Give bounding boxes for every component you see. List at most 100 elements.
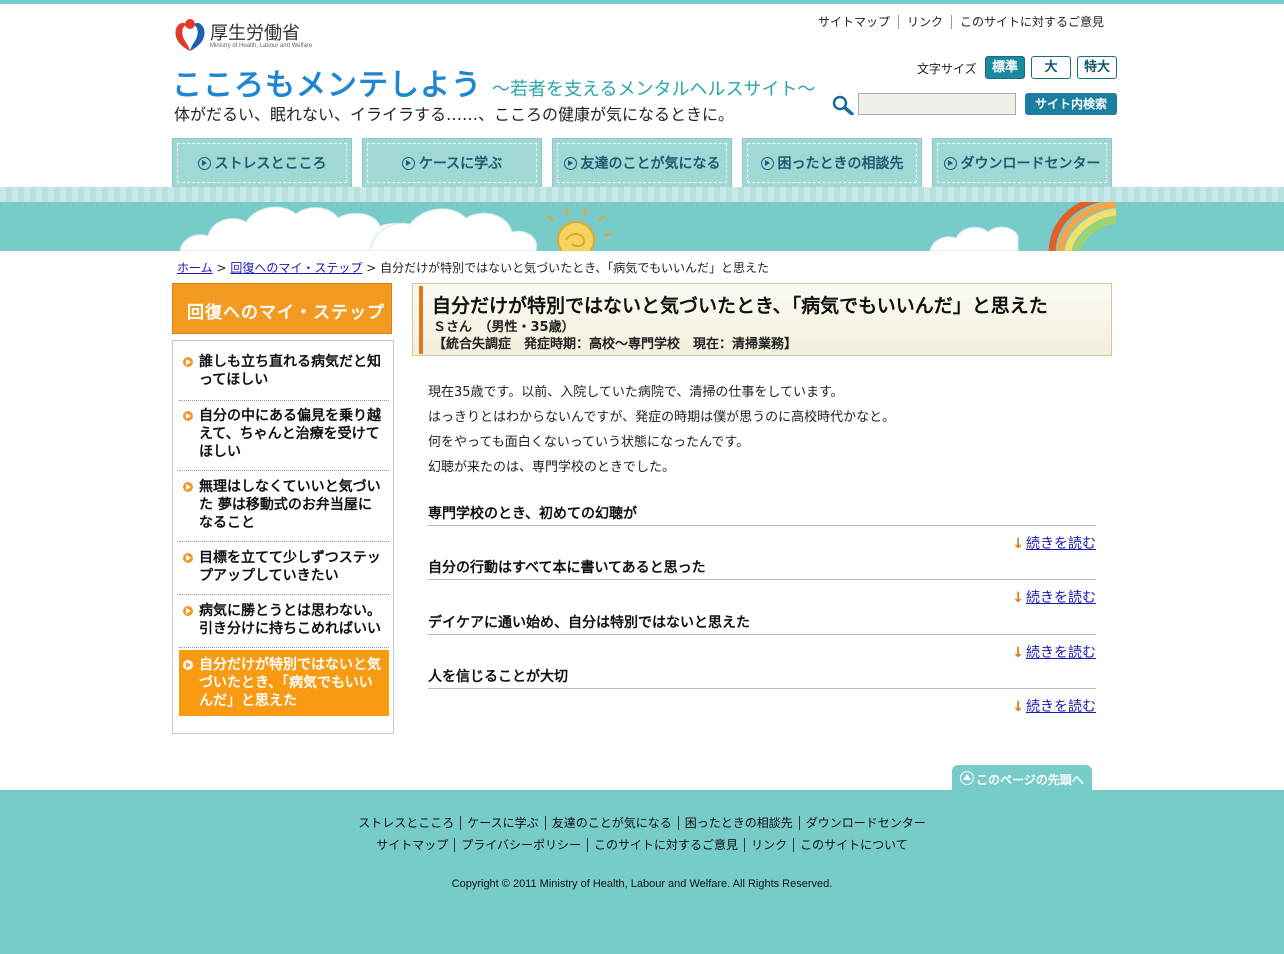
font-size-large-button[interactable]: 大: [1031, 56, 1071, 79]
sidebar-item-label: 目標を立てて少しずつステップアップしていきたい: [199, 550, 381, 584]
arrow-circle-icon: [197, 156, 211, 170]
page-top-button[interactable]: このページの先頭へ: [952, 765, 1092, 790]
article-header: 自分だけが特別ではないと気づいたとき、「病気でもいいんだ」と思えた Ｓさん （男…: [412, 283, 1112, 356]
nav-label: ストレスとこころ: [214, 156, 327, 172]
section-divider: [428, 634, 1096, 635]
section-divider: [428, 525, 1096, 526]
article-section-2: 自分の行動はすべて本に書いてあると思った ↓ 続きを読む: [428, 557, 1096, 606]
nav-download[interactable]: ダウンロードセンター: [932, 138, 1112, 188]
search-icon: [832, 95, 854, 115]
footer-link[interactable]: 困ったときの相談先: [677, 816, 799, 830]
section-divider: [428, 579, 1096, 580]
intro-line: 幻聴が来たのは、専門学校のときでした。: [428, 460, 676, 475]
read-more: ↓ 続きを読む: [1012, 587, 1096, 607]
ministry-logo[interactable]: 厚生労働省 Ministry of Health, Labour and Wel…: [172, 15, 312, 55]
top-link-links[interactable]: リンク: [897, 15, 951, 29]
nav-consult[interactable]: 困ったときの相談先: [742, 138, 922, 188]
read-more-link[interactable]: 続きを読む: [1026, 590, 1096, 606]
footer-link[interactable]: サイトマップ: [370, 838, 454, 852]
down-arrow-icon: ↓: [1012, 699, 1024, 715]
read-more: ↓ 続きを読む: [1012, 533, 1096, 553]
ministry-logo-icon: [175, 19, 205, 51]
search-input[interactable]: [858, 93, 1016, 115]
ministry-name-en: Ministry of Health, Labour and Welfare: [210, 43, 313, 49]
read-more-link[interactable]: 続きを読む: [1026, 536, 1096, 552]
site-tagline: 体がだるい、眠れない、イライラする……、こころの健康が気になるときに。: [174, 105, 735, 124]
footer-link[interactable]: リンク: [744, 838, 794, 852]
footer-link[interactable]: このサイトについて: [793, 838, 914, 852]
section-divider: [428, 688, 1096, 689]
bullet-arrow-icon: [183, 606, 193, 616]
section-heading: 自分の行動はすべて本に書いてあると思った: [428, 560, 706, 576]
nav-label: 困ったときの相談先: [777, 156, 904, 172]
sidebar-item-4[interactable]: 目標を立てて少しずつステップアップしていきたい: [179, 549, 389, 595]
arrow-circle-icon: [563, 156, 577, 170]
intro-line: はっきりとはわからないんですが、発症の時期は僕が思うのに高校時代かなと。: [428, 410, 896, 425]
footer-link[interactable]: このサイトに対するご意見: [587, 838, 745, 852]
down-arrow-icon: ↓: [1012, 536, 1024, 552]
page-top-label: このページの先頭へ: [976, 773, 1084, 787]
font-size-xlarge-button[interactable]: 特大: [1077, 56, 1117, 79]
footer-links-row-1: ストレスとこころ ケースに学ぶ 友達のことが気になる 困ったときの相談先 ダウンロードセ…: [0, 814, 1284, 831]
bullet-arrow-icon: [183, 660, 193, 670]
breadcrumb-separator: >: [366, 261, 377, 275]
copyright: Copyright © 2011 Ministry of Health, Lab…: [451, 878, 833, 890]
sidebar-header[interactable]: 回復へのマイ・ステップ: [172, 283, 392, 334]
top-link-feedback[interactable]: このサイトに対するご意見: [950, 15, 1112, 29]
intro-line: 現在35歳です。以前、入院していた病院で、清掃の仕事をしています。: [428, 385, 844, 400]
read-more-link[interactable]: 続きを読む: [1026, 645, 1096, 661]
site-subtitle: 〜若者を支えるメンタルヘルスサイト〜: [492, 79, 816, 100]
font-size-standard-button[interactable]: 標準: [985, 56, 1025, 79]
article-meta: 【統合失調症 発症時期：高校～専門学校 現在：清掃業務】: [433, 337, 798, 352]
arrow-circle-icon: [943, 156, 957, 170]
bullet-arrow-icon: [183, 357, 193, 367]
nav-stress[interactable]: ストレスとこころ: [172, 138, 352, 188]
footer-link[interactable]: ストレスとこころ: [352, 816, 460, 830]
sidebar-item-1[interactable]: 誰しも立ち直れる病気だと知ってほしい: [179, 353, 389, 401]
breadcrumb-separator: >: [216, 261, 227, 275]
down-arrow-icon: ↓: [1012, 590, 1024, 606]
banner-illustration: [179, 202, 1117, 251]
sidebar-menu: 誰しも立ち直れる病気だと知ってほしい 自分の中にある偏見を乗り越えて、ちゃんと治…: [172, 340, 394, 734]
site-title-main: こころもメンテしよう: [172, 68, 482, 103]
footer-link[interactable]: ダウンロードセンター: [798, 816, 932, 830]
intro-line: 何をやっても面白くないっていう状態になったんです。: [428, 435, 750, 450]
section-heading: 人を信じることが大切: [428, 669, 568, 685]
search-button[interactable]: サイト内検索: [1025, 93, 1117, 115]
nav-friends[interactable]: 友達のことが気になる: [552, 138, 732, 188]
article-intro: 現在35歳です。以前、入院していた病院で、清掃の仕事をしています。 はっきりとは…: [428, 380, 895, 480]
arrow-circle-icon: [401, 156, 415, 170]
sidebar-item-label: 自分の中にある偏見を乗り越えて、ちゃんと治療を受けてほしい: [199, 408, 381, 460]
breadcrumb-parent-link[interactable]: 回復へのマイ・ステップ: [230, 261, 362, 275]
bullet-arrow-icon: [183, 553, 193, 563]
footer-link[interactable]: 友達のことが気になる: [544, 816, 678, 830]
article-section-4: 人を信じることが大切 ↓ 続きを読む: [428, 666, 1096, 715]
read-more: ↓ 続きを読む: [1012, 642, 1096, 662]
bullet-arrow-icon: [183, 482, 193, 492]
sidebar-item-2[interactable]: 自分の中にある偏見を乗り越えて、ちゃんと治療を受けてほしい: [179, 407, 389, 471]
sidebar-item-label: 誰しも立ち直れる病気だと知ってほしい: [199, 354, 381, 388]
sidebar-item-label: 自分だけが特別ではないと気づいたとき、「病気でもいいんだ」と思えた: [199, 657, 381, 709]
footer-links-row-2: サイトマップ プライバシーポリシー このサイトに対するご意見 リンク このサイトについて: [0, 836, 1284, 853]
nav-label: ダウンロードセンター: [960, 156, 1101, 172]
bullet-arrow-icon: [183, 411, 193, 421]
sidebar-item-6-active[interactable]: 自分だけが特別ではないと気づいたとき、「病気でもいいんだ」と思えた: [179, 650, 389, 716]
read-more: ↓ 続きを読む: [1012, 696, 1096, 716]
down-arrow-icon: ↓: [1012, 645, 1024, 661]
breadcrumb: ホーム > 回復へのマイ・ステップ > 自分だけが特別ではないと気づいたとき、「…: [177, 259, 769, 276]
sidebar-item-label: 病気に勝とうとは思わない。引き分けに持ちこめればいい: [199, 603, 381, 637]
footer-link[interactable]: ケースに学ぶ: [460, 816, 545, 830]
breadcrumb-current: 自分だけが特別ではないと気づいたとき、「病気でもいいんだ」と思えた: [380, 261, 770, 275]
banner-stripe: [0, 187, 1284, 203]
sidebar-item-5[interactable]: 病気に勝とうとは思わない。引き分けに持ちこめればいい: [179, 602, 389, 648]
top-link-sitemap[interactable]: サイトマップ: [810, 15, 898, 29]
nav-cases[interactable]: ケースに学ぶ: [362, 138, 542, 188]
breadcrumb-home-link[interactable]: ホーム: [177, 261, 213, 275]
read-more-link[interactable]: 続きを読む: [1026, 699, 1096, 715]
article-section-3: デイケアに通い始め、自分は特別ではないと思えた ↓ 続きを読む: [428, 612, 1096, 661]
site-title[interactable]: こころもメンテしよう 〜若者を支えるメンタルヘルスサイト〜: [172, 60, 815, 104]
section-heading: 専門学校のとき、初めての幻聴が: [428, 506, 638, 522]
footer-link[interactable]: プライバシーポリシー: [454, 838, 588, 852]
sidebar-item-3[interactable]: 無理はしなくていいと気づいた 夢は移動式のお弁当屋になること: [179, 478, 389, 542]
article-title: 自分だけが特別ではないと気づいたとき、「病気でもいいんだ」と思えた: [432, 295, 1048, 317]
